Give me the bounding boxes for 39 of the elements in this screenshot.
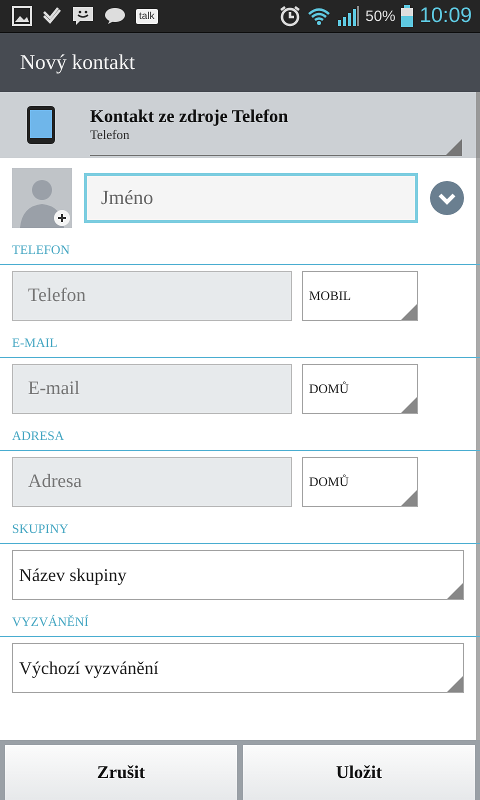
account-title: Kontakt ze zdroje Telefon bbox=[90, 106, 290, 127]
spinner[interactable]: Výchozí vyzvánění bbox=[12, 643, 464, 693]
type-spinner[interactable]: MOBIL bbox=[302, 271, 418, 321]
account-subtitle: Telefon bbox=[90, 127, 131, 143]
chat-bubble-icon bbox=[104, 7, 126, 25]
expand-icon[interactable] bbox=[430, 181, 464, 215]
phone-icon bbox=[26, 105, 56, 145]
alarm-clock-icon bbox=[279, 5, 302, 27]
check-icon bbox=[42, 6, 62, 26]
section-label: TELEFON bbox=[0, 228, 480, 265]
type-spinner[interactable]: DOMŮ bbox=[302, 364, 418, 414]
dropdown-corner-icon bbox=[446, 138, 462, 154]
wifi-icon bbox=[307, 6, 332, 26]
battery-percent: 50% bbox=[365, 8, 396, 24]
gallery-icon bbox=[12, 6, 32, 26]
input-field[interactable]: E-mail bbox=[12, 364, 292, 414]
screen-title: Nový kontakt bbox=[20, 50, 135, 75]
signal-icon bbox=[337, 6, 360, 26]
dropdown-corner-icon bbox=[401, 490, 417, 506]
type-spinner[interactable]: DOMŮ bbox=[302, 457, 418, 507]
dropdown-corner-icon bbox=[447, 676, 463, 692]
input-field[interactable]: Telefon bbox=[12, 271, 292, 321]
section-label: VYZVÁNĚNÍ bbox=[0, 600, 480, 637]
spinner[interactable]: Název skupiny bbox=[12, 550, 464, 600]
smiley-message-icon bbox=[72, 6, 94, 26]
section-label: ADRESA bbox=[0, 414, 480, 451]
save-button[interactable]: Uložit bbox=[243, 745, 475, 800]
section-label: SKUPINY bbox=[0, 507, 480, 544]
battery-icon bbox=[401, 5, 414, 27]
avatar-add-icon[interactable] bbox=[12, 168, 72, 228]
name-field[interactable]: Jméno bbox=[84, 173, 418, 223]
cancel-button[interactable]: Zrušit bbox=[5, 745, 237, 800]
dropdown-corner-icon bbox=[401, 397, 417, 413]
input-field[interactable]: Adresa bbox=[12, 457, 292, 507]
clock-time: 10:09 bbox=[419, 4, 472, 28]
dropdown-corner-icon bbox=[401, 304, 417, 320]
dropdown-corner-icon bbox=[447, 583, 463, 599]
section-label: E-MAIL bbox=[0, 321, 480, 358]
talk-icon: talk bbox=[136, 8, 158, 24]
